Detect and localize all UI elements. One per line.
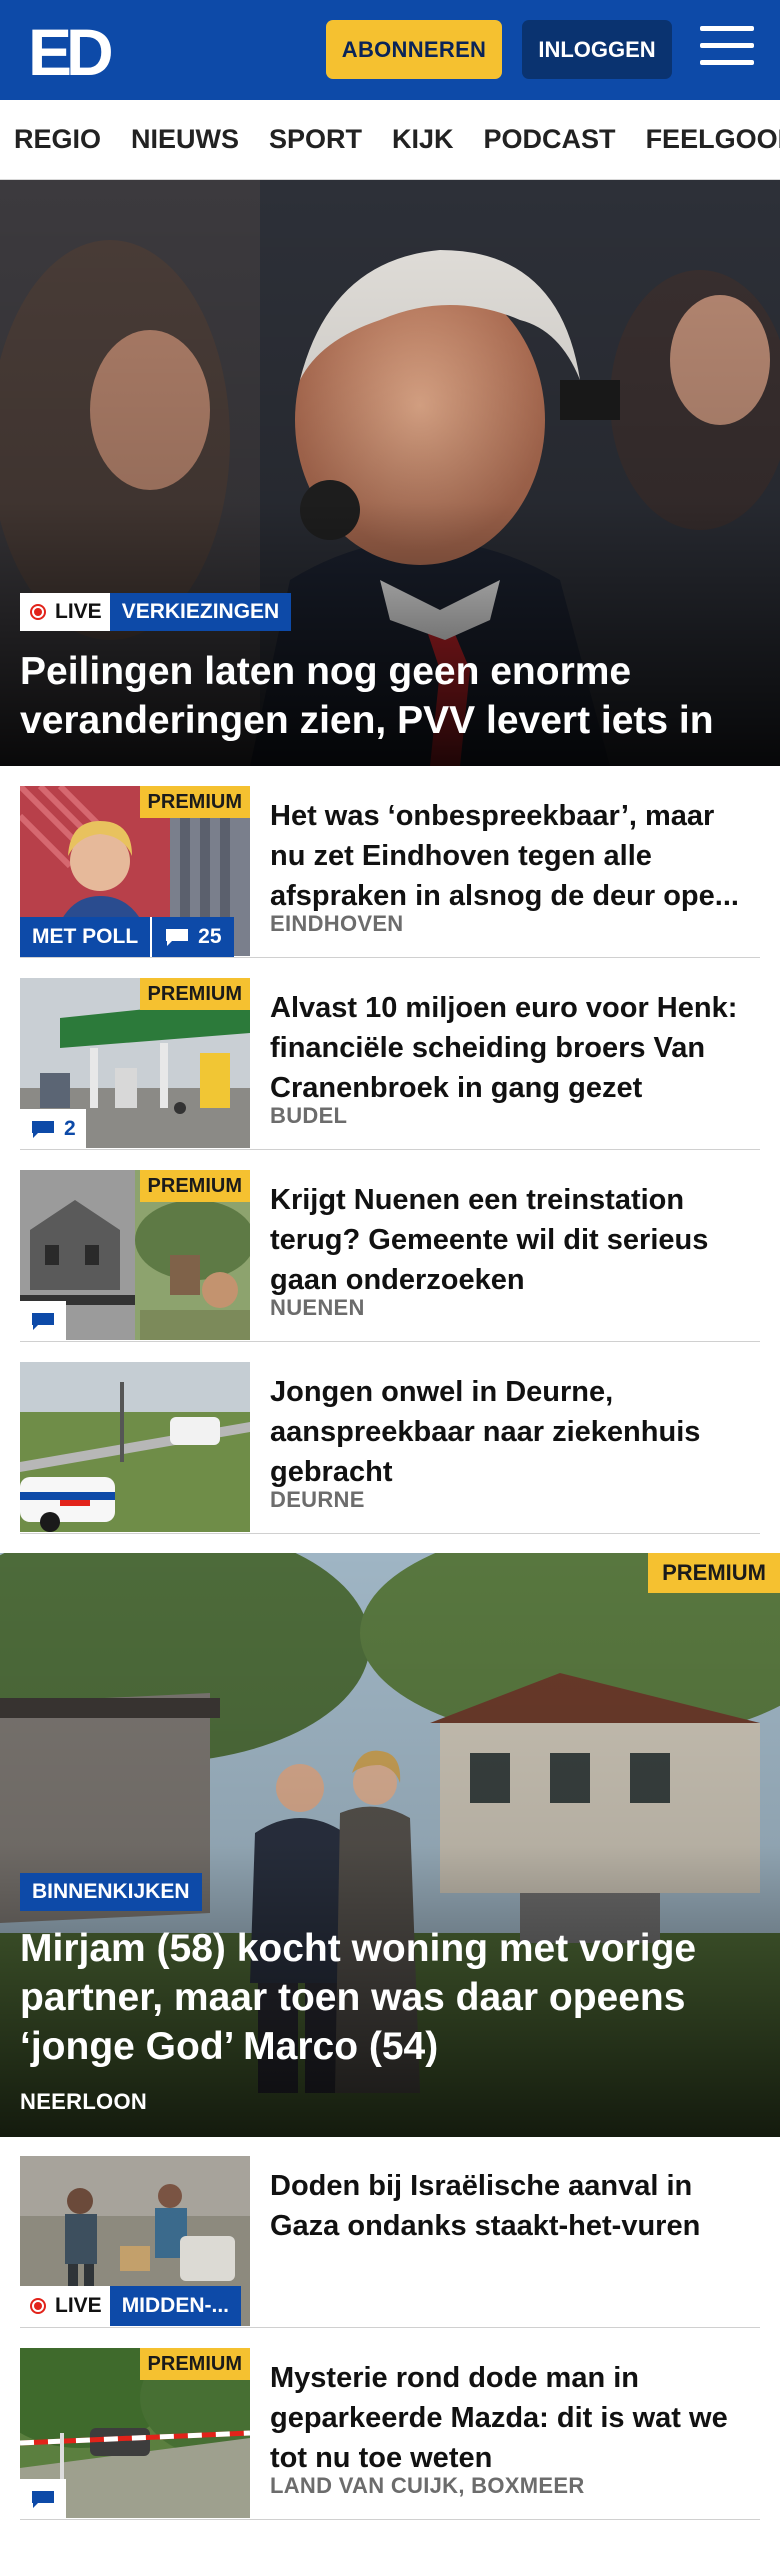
article-headline[interactable]: Doden bij Israëlische aanval in Gaza ond… <box>270 2166 756 2246</box>
nav-item-feelgood[interactable]: FEELGOOD <box>646 124 780 155</box>
comment-count: 2 <box>64 1117 76 1140</box>
feature-article[interactable]: PREMIUM BINNENKIJKEN Mirjam (58) kocht w… <box>0 1553 780 2137</box>
live-dot-icon <box>30 604 46 620</box>
article-thumbnail <box>20 1362 250 1532</box>
category-badge[interactable]: MIDDEN-... <box>109 2286 242 2326</box>
article-headline[interactable]: Jongen onwel in Deurne, aanspreekbaar na… <box>270 1372 756 1492</box>
live-badges: LIVE MIDDEN-... <box>20 2286 242 2326</box>
article-location: EINDHOVEN <box>270 911 404 936</box>
article-headline[interactable]: Krijgt Nuenen een treinstation terug? Ge… <box>270 1180 756 1300</box>
hero-headline[interactable]: Peilingen laten nog geen enorme verander… <box>20 647 750 745</box>
comment-count-badge[interactable] <box>20 2479 66 2519</box>
login-button[interactable]: INLOGGEN <box>522 20 672 79</box>
premium-badge: PREMIUM <box>139 1170 250 1202</box>
nav-item-nieuws[interactable]: NIEUWS <box>131 124 239 155</box>
article-headline[interactable]: Mysterie rond dode man in geparkeerde Ma… <box>270 2358 756 2478</box>
subscribe-button[interactable]: ABONNEREN <box>326 20 502 79</box>
article-location: LAND VAN CUIJK, BOXMEER <box>270 2473 585 2498</box>
list-item[interactable]: PREMIUM MET POLL 25 Het was ‘onbespreekb… <box>20 786 760 958</box>
list-item[interactable]: PREMIUM Mysterie rond dode man in gepark… <box>20 2348 760 2520</box>
poll-bar: MET POLL 25 <box>20 917 234 957</box>
nav-item-sport[interactable]: SPORT <box>269 124 362 155</box>
comment-icon <box>32 2491 54 2508</box>
hamburger-menu-icon[interactable] <box>700 26 754 72</box>
comment-count-badge[interactable]: 25 <box>150 917 234 957</box>
article-headline[interactable]: Alvast 10 miljoen euro voor Henk: financ… <box>270 988 756 1108</box>
article-location: DEURNE <box>270 1487 365 1512</box>
comment-icon <box>166 929 189 946</box>
live-dot-icon <box>30 2298 46 2314</box>
article-headline[interactable]: Het was ‘onbespreekbaar’, maar nu zet Ei… <box>270 796 756 916</box>
live-label: LIVE <box>55 2294 102 2317</box>
poll-badge: MET POLL <box>20 917 151 957</box>
list-item[interactable]: PREMIUM 2 Alvast 10 miljoen euro voor He… <box>20 978 760 1150</box>
comment-icon <box>32 1313 54 1330</box>
article-location: NEERLOON <box>20 2089 148 2114</box>
live-label: LIVE <box>55 600 102 623</box>
nav-item-podcast[interactable]: PODCAST <box>484 124 616 155</box>
hero-article[interactable]: LIVE VERKIEZINGEN Peilingen laten nog ge… <box>0 180 780 766</box>
article-location: BUDEL <box>270 1103 348 1128</box>
feature-headline[interactable]: Mirjam (58) kocht woning met vorige part… <box>20 1924 740 2071</box>
category-badge[interactable]: BINNENKIJKEN <box>20 1873 202 1911</box>
hero-badges: LIVE VERKIEZINGEN <box>20 593 292 631</box>
nav-item-kijk[interactable]: KIJK <box>392 124 454 155</box>
ed-logo[interactable]: ED <box>28 22 116 80</box>
comment-count: 25 <box>198 925 222 948</box>
premium-badge: PREMIUM <box>648 1553 780 1593</box>
list-item[interactable]: PREMIUM Krijgt Nuenen een treinstation t… <box>20 1170 760 1342</box>
premium-badge: PREMIUM <box>139 786 250 818</box>
comment-count-badge[interactable]: 2 <box>20 1109 86 1149</box>
svg-text:ED: ED <box>28 22 111 80</box>
list-item[interactable]: LIVE MIDDEN-... Doden bij Israëlische aa… <box>20 2156 760 2328</box>
list-item[interactable]: Jongen onwel in Deurne, aanspreekbaar na… <box>20 1362 760 1534</box>
live-badge: LIVE <box>20 2286 110 2326</box>
nav-item-regio[interactable]: REGIO <box>14 124 101 155</box>
section-nav: REGIO NIEUWS SPORT KIJK PODCAST FEELGOOD <box>0 100 780 180</box>
site-header: ED ABONNEREN INLOGGEN <box>0 0 780 100</box>
article-location: NUENEN <box>270 1295 365 1320</box>
live-badge: LIVE <box>20 593 110 631</box>
category-badge[interactable]: VERKIEZINGEN <box>109 593 292 631</box>
premium-badge: PREMIUM <box>139 2348 250 2380</box>
comment-count-badge[interactable] <box>20 1301 66 1341</box>
comment-icon <box>32 1121 54 1138</box>
premium-badge: PREMIUM <box>139 978 250 1010</box>
